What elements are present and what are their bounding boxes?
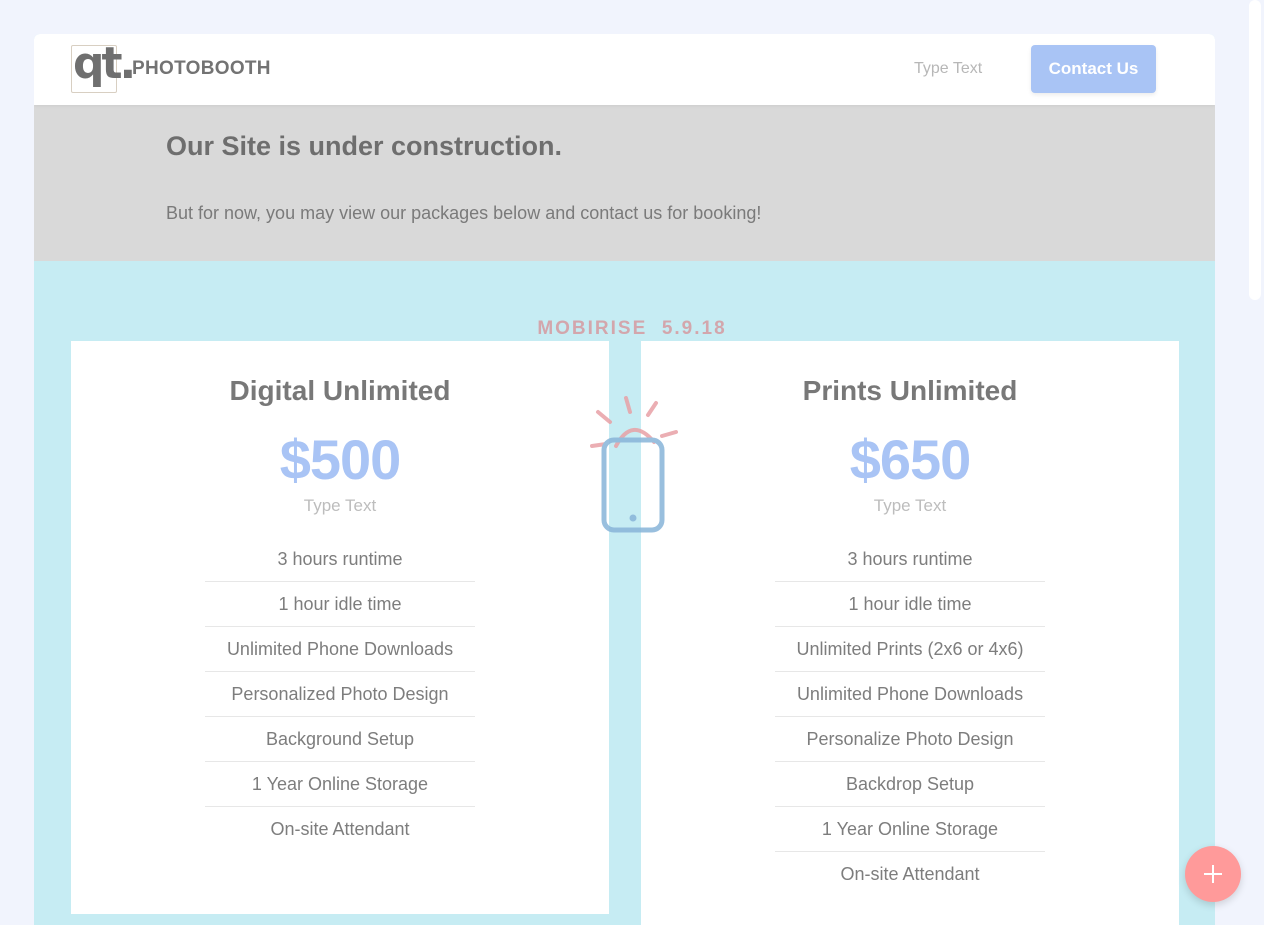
package-subtitle: Type Text [303, 496, 377, 515]
mobile-phone-icon [590, 396, 678, 533]
scrollbar-thumb[interactable] [1249, 0, 1261, 300]
package-title: Prints Unlimited [802, 375, 1018, 406]
logo-text: qt. [73, 38, 136, 89]
page-frame: qt. PHOTOBOOTH Type Text Contact Us Our … [34, 34, 1215, 925]
add-button[interactable] [1185, 846, 1241, 902]
package-card-prints: Prints Unlimited $650 Type Text 3 hours … [641, 341, 1179, 925]
feature-item: Personalize Photo Design [775, 717, 1045, 762]
feature-item: On-site Attendant [840, 864, 980, 884]
package-price: $500 [279, 428, 402, 491]
notice-title: Our Site is under construction. [166, 131, 563, 161]
plus-icon [1204, 865, 1222, 883]
feature-item: Backdrop Setup [775, 762, 1045, 807]
feature-item: Unlimited Prints (2x6 or 4x6) [775, 627, 1045, 672]
package-card-digital: Digital Unlimited $500 Type Text 3 hours… [71, 341, 609, 914]
feature-item: On-site Attendant [270, 819, 410, 839]
brand-name[interactable]: PHOTOBOOTH [132, 58, 271, 80]
feature-list: 3 hours runtime 1 hour idle time Unlimit… [775, 537, 1045, 897]
feature-item: Unlimited Phone Downloads [775, 672, 1045, 717]
mobirise-watermark: MOBIRISE 5.9.18 [537, 318, 727, 339]
package-subtitle: Type Text [873, 496, 947, 515]
notice-body: But for now, you may view our packages b… [166, 203, 762, 223]
nav-link[interactable]: Type Text [914, 60, 982, 78]
feature-item: Background Setup [205, 717, 475, 762]
feature-item: Personalized Photo Design [205, 672, 475, 717]
feature-item: 1 hour idle time [775, 582, 1045, 627]
feature-item: 3 hours runtime [205, 537, 475, 582]
construction-notice: Our Site is under construction. But for … [34, 105, 1215, 261]
navbar: qt. PHOTOBOOTH Type Text Contact Us [34, 34, 1215, 105]
logo[interactable]: qt. [71, 38, 136, 93]
package-price: $650 [849, 428, 972, 491]
feature-item: 3 hours runtime [775, 537, 1045, 582]
contact-us-button[interactable]: Contact Us [1031, 45, 1156, 93]
feature-item: 1 hour idle time [205, 582, 475, 627]
feature-item: 1 Year Online Storage [205, 762, 475, 807]
feature-item: 1 Year Online Storage [775, 807, 1045, 852]
package-title: Digital Unlimited [229, 375, 451, 406]
scrollbar[interactable] [1246, 0, 1264, 925]
feature-item: Unlimited Phone Downloads [205, 627, 475, 672]
feature-list: 3 hours runtime 1 hour idle time Unlimit… [205, 537, 475, 852]
